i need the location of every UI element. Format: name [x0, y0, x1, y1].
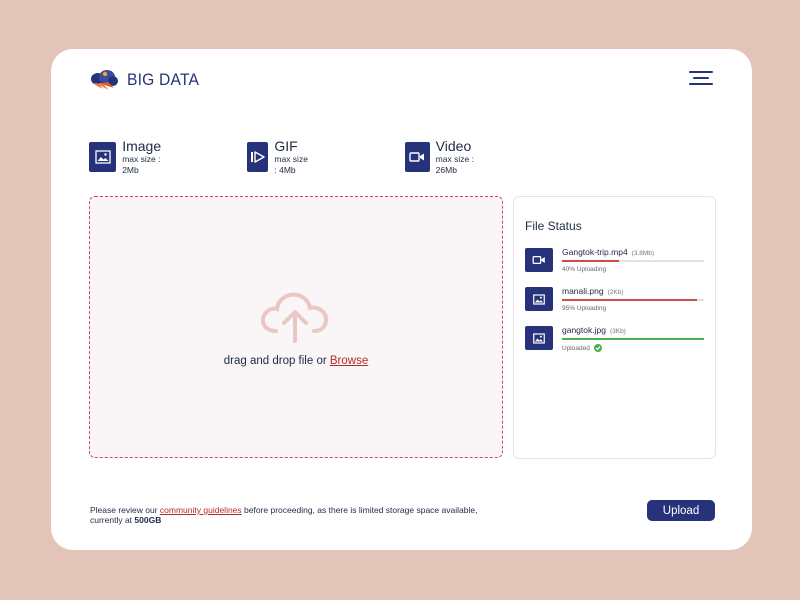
progress-bar: [562, 299, 704, 301]
storage-notice: Please review our community guidelines b…: [90, 505, 510, 525]
upload-state-text: 95% Uploading: [562, 305, 607, 312]
gif-play-icon: [247, 142, 269, 172]
file-item: gangtok.jpg (3Kb) Uploaded: [525, 325, 705, 355]
notice-text-before: Please review our: [90, 505, 160, 515]
image-icon: [89, 142, 117, 172]
file-item: manali.png (2Kb) 95% Uploading: [525, 286, 705, 316]
drop-text: drag and drop file or: [223, 355, 330, 367]
drop-instructions: drag and drop file or Browse: [90, 355, 502, 367]
file-type-name: Video: [435, 138, 472, 154]
file-type-gif: GIF max size : 4Mb: [247, 138, 310, 176]
video-camera-icon: [405, 142, 430, 172]
file-name: manali.png: [562, 286, 604, 296]
cloud-upload-icon: [260, 292, 329, 343]
file-size: (2Kb): [607, 289, 624, 296]
file-name: Gangtok-trip.mp4: [562, 247, 628, 257]
upload-button[interactable]: Upload: [647, 500, 715, 521]
upload-state: Uploaded: [562, 344, 602, 352]
hamburger-menu-icon[interactable]: [689, 69, 717, 89]
video-camera-icon[interactable]: [525, 248, 553, 272]
progress-bar: [562, 260, 704, 262]
file-name-row: Gangtok-trip.mp4 (3.8Mb): [562, 247, 654, 257]
file-size: (3.8Mb): [631, 250, 655, 257]
file-status-title: File Status: [525, 219, 582, 233]
storage-amount: 500GB: [134, 515, 162, 525]
progress-fill: [562, 260, 619, 262]
community-guidelines-link[interactable]: community guidelines: [160, 505, 242, 515]
image-icon[interactable]: [525, 287, 553, 311]
brand-name: BIG DATA: [127, 70, 200, 89]
file-status-panel: File Status Gangtok-trip.mp4 (3.8Mb) 40% …: [513, 196, 716, 459]
file-item: Gangtok-trip.mp4 (3.8Mb) 40% Uploading: [525, 247, 705, 277]
upload-state: 40% Uploading: [562, 266, 606, 273]
file-type-video: Video max size : 26Mb: [405, 138, 481, 176]
browse-link[interactable]: Browse: [330, 355, 368, 367]
file-type-image: Image max size : 2Mb: [89, 138, 168, 176]
drag-drop-zone[interactable]: drag and drop file or Browse: [89, 196, 503, 458]
file-type-max-size: max size : 2Mb: [122, 154, 161, 175]
file-name: gangtok.jpg: [562, 325, 606, 335]
upload-card: BIG DATA Image max size : 2Mb GIF max si…: [51, 49, 752, 550]
file-type-max-size: max size : 4Mb: [274, 154, 308, 175]
check-circle-icon: [593, 344, 602, 352]
brand-logo[interactable]: BIG DATA: [89, 69, 205, 91]
file-type-name: GIF: [274, 138, 298, 154]
image-icon[interactable]: [525, 326, 553, 350]
progress-bar: [562, 338, 704, 340]
file-type-max-size: max size : 26Mb: [435, 154, 474, 175]
progress-fill: [562, 299, 697, 301]
file-size: (3Kb): [609, 328, 626, 335]
logo-cloud-icon: [91, 70, 118, 90]
file-type-name: Image: [122, 138, 162, 154]
file-name-row: gangtok.jpg (3Kb): [562, 325, 626, 335]
file-name-row: manali.png (2Kb): [562, 286, 624, 296]
upload-state-text: 40% Uploading: [562, 266, 607, 273]
upload-state-text: Uploaded: [562, 344, 590, 352]
progress-fill: [562, 338, 704, 340]
upload-state: 95% Uploading: [562, 305, 606, 312]
